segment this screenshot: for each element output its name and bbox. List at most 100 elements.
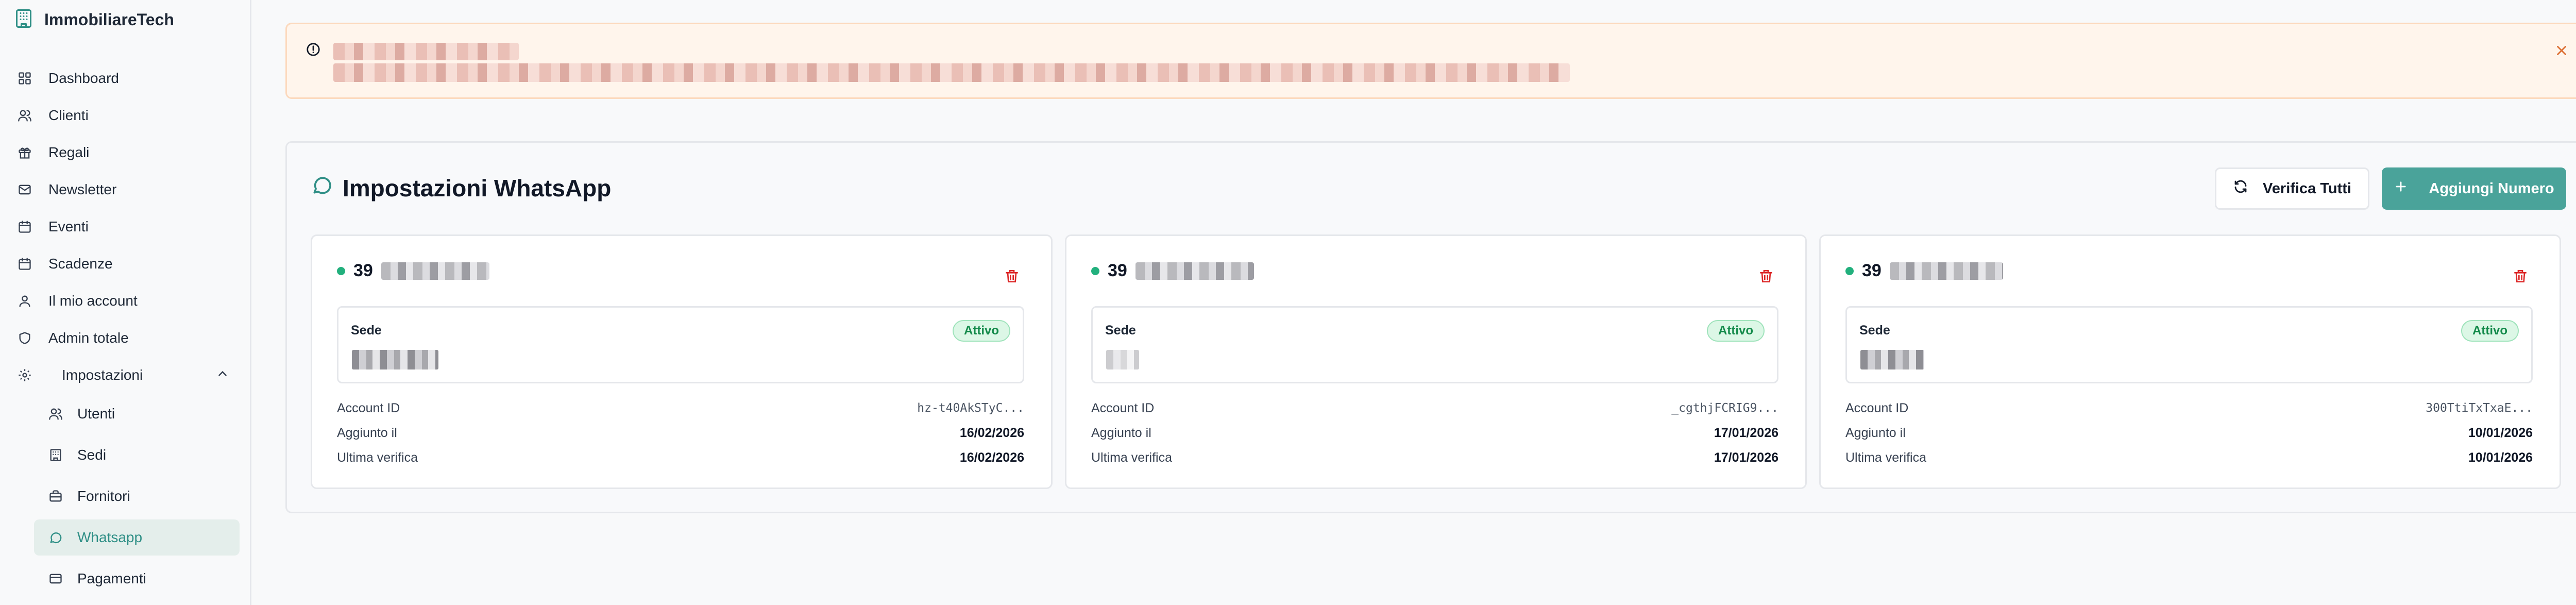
- detail-row: Account ID _cgthjFCRIG9...: [1091, 396, 1778, 421]
- whatsapp-account-card: 39 Sede Attivo Account ID 300TtiTxTxaE..…: [1819, 234, 2561, 489]
- redacted-sede: [1106, 350, 1139, 369]
- added-value: 10/01/2026: [2468, 425, 2533, 440]
- last-check-value: 16/02/2026: [959, 450, 1024, 465]
- account-id-value: _cgthjFCRIG9...: [1671, 401, 1778, 415]
- sidebar-item-sedi[interactable]: Sedi: [34, 437, 240, 473]
- redacted-alert-title: [333, 43, 519, 60]
- redacted-sede: [1860, 350, 1924, 369]
- last-check-label: Ultima verifica: [1845, 450, 1926, 465]
- sidebar-item-regali[interactable]: Regali: [10, 136, 240, 169]
- sidebar-item-label: Utenti: [77, 406, 115, 422]
- sede-box: Sede Attivo: [1091, 306, 1778, 383]
- added-value: 17/01/2026: [1714, 425, 1778, 440]
- account-id-label: Account ID: [1845, 400, 1909, 415]
- account-header: 39: [1845, 261, 2003, 281]
- account-id-label: Account ID: [337, 400, 400, 415]
- sidebar-item-eventi[interactable]: Eventi: [10, 210, 240, 243]
- status-dot: [1091, 266, 1099, 275]
- detail-row: Account ID 300TtiTxTxaE...: [1845, 396, 2533, 421]
- whatsapp-account-card: 39 Sede Attivo Account ID hz-t40AkSTyC..…: [311, 234, 1053, 489]
- added-label: Aggiunto il: [1845, 425, 1906, 440]
- account-id-value: hz-t40AkSTyC...: [917, 401, 1024, 415]
- sidebar-item-pagamenti[interactable]: Pagamenti: [34, 561, 240, 597]
- close-icon[interactable]: [2554, 43, 2569, 61]
- account-details: Account ID 300TtiTxTxaE... Aggiunto il 1…: [1845, 396, 2533, 470]
- page-title-text: Impostazioni WhatsApp: [343, 174, 612, 201]
- brand[interactable]: ImmobiliareTech: [10, 0, 240, 39]
- briefcase-icon: [47, 488, 64, 505]
- redacted-sede: [352, 350, 438, 369]
- sede-label: Sede: [1859, 323, 1890, 338]
- sidebar-group-label: Impostazioni: [62, 367, 143, 383]
- sidebar-item-label: Dashboard: [48, 70, 119, 86]
- sidebar-item-newsletter[interactable]: Newsletter: [10, 173, 240, 206]
- account-header: 39: [337, 261, 489, 281]
- trash-icon[interactable]: [1758, 268, 1774, 287]
- sidebar-group-impostazioni[interactable]: Impostazioni: [10, 359, 240, 392]
- message-circle-icon: [47, 529, 64, 546]
- added-label: Aggiunto il: [337, 425, 397, 440]
- sidebar-item-admin-totale[interactable]: Admin totale: [10, 322, 240, 355]
- sidebar-item-whatsapp[interactable]: Whatsapp: [34, 519, 240, 556]
- detail-row: Ultima verifica 16/02/2026: [337, 445, 1024, 470]
- sidebar-item-label: Whatsapp: [77, 529, 143, 545]
- last-check-value: 17/01/2026: [1714, 450, 1778, 465]
- alert-banner: [285, 23, 2576, 99]
- message-circle-icon: [311, 174, 333, 202]
- verify-all-button[interactable]: Verifica Tutti: [2215, 167, 2369, 210]
- whatsapp-account-card: 39 Sede Attivo Account ID _cgthjFCRIG9..…: [1065, 234, 1807, 489]
- sede-box: Sede Attivo: [1845, 306, 2533, 383]
- redacted-alert-message: [333, 63, 1570, 82]
- sidebar-item-dashboard[interactable]: Dashboard: [10, 62, 240, 95]
- refresh-icon: [2233, 179, 2248, 198]
- phone-number: 39: [353, 261, 373, 280]
- sidebar-item-clienti[interactable]: Clienti: [10, 99, 240, 132]
- sidebar-item-fornitori[interactable]: Fornitori: [34, 478, 240, 514]
- sede-label: Sede: [1105, 323, 1136, 338]
- calendar-icon: [16, 256, 33, 272]
- account-details: Account ID hz-t40AkSTyC... Aggiunto il 1…: [337, 396, 1024, 470]
- detail-row: Aggiunto il 10/01/2026: [1845, 421, 2533, 445]
- redacted-phone: [381, 262, 489, 280]
- grid-icon: [16, 70, 33, 87]
- gift-icon: [16, 144, 33, 161]
- sidebar-item-label: Newsletter: [48, 181, 117, 197]
- sidebar: ImmobiliareTech Dashboard Clienti Regali…: [0, 0, 251, 605]
- page-title: Impostazioni WhatsApp: [311, 174, 611, 202]
- detail-row: Aggiunto il 17/01/2026: [1091, 421, 1778, 445]
- building-icon: [47, 447, 64, 463]
- users-icon: [16, 107, 33, 124]
- status-dot: [1845, 266, 1854, 275]
- calendar-icon: [16, 219, 33, 235]
- last-check-value: 10/01/2026: [2468, 450, 2533, 465]
- trash-icon[interactable]: [1004, 268, 1020, 287]
- phone-number: 39: [1862, 261, 1882, 280]
- detail-row: Ultima verifica 17/01/2026: [1091, 445, 1778, 470]
- credit-card-icon: [47, 570, 64, 587]
- sidebar-item-utenti[interactable]: Utenti: [34, 396, 240, 432]
- sidebar-item-label: Scadenze: [48, 256, 113, 272]
- mail-icon: [16, 181, 33, 198]
- status-badge: Attivo: [953, 320, 1010, 342]
- status-badge: Attivo: [1707, 320, 1765, 342]
- redacted-phone: [1135, 262, 1254, 280]
- plus-icon: [2394, 179, 2408, 198]
- user-icon: [16, 293, 33, 309]
- sidebar-item-il-mio-account[interactable]: Il mio account: [10, 284, 240, 317]
- trash-icon[interactable]: [2512, 268, 2529, 287]
- sidebar-nav: Dashboard Clienti Regali Newsletter Even…: [10, 62, 240, 597]
- sidebar-item-label: Regali: [48, 144, 90, 160]
- sidebar-item-label: Sedi: [77, 447, 107, 463]
- add-number-button[interactable]: Aggiungi Numero: [2382, 167, 2566, 210]
- last-check-label: Ultima verifica: [337, 450, 418, 465]
- sidebar-item-scadenze[interactable]: Scadenze: [10, 247, 240, 280]
- sede-box: Sede Attivo: [337, 306, 1024, 383]
- alert-circle-icon: [306, 42, 321, 60]
- account-header: 39: [1091, 261, 1254, 281]
- chevron-up-icon[interactable]: [216, 367, 229, 384]
- gear-icon: [16, 367, 33, 383]
- added-label: Aggiunto il: [1091, 425, 1151, 440]
- sidebar-item-label: Eventi: [48, 219, 89, 234]
- account-details: Account ID _cgthjFCRIG9... Aggiunto il 1…: [1091, 396, 1778, 470]
- account-id-value: 300TtiTxTxaE...: [2426, 401, 2533, 415]
